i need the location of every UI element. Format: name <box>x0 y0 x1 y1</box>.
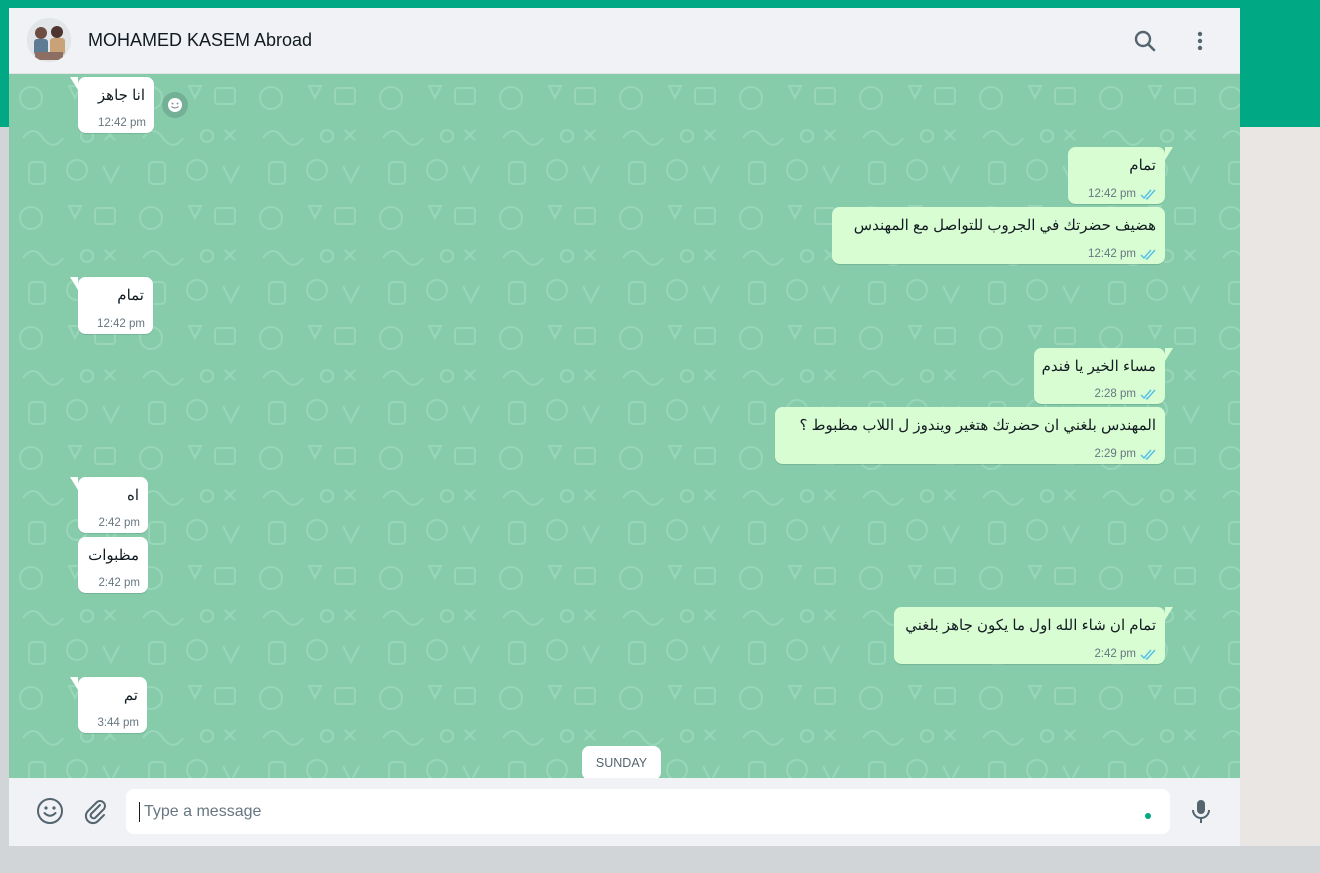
search-icon[interactable] <box>1131 27 1159 55</box>
message-time: 2:29 pm <box>1094 448 1136 460</box>
message-time: 2:42 pm <box>98 517 140 529</box>
message-time: 12:42 pm <box>1088 188 1136 200</box>
message-text: هضيف حضرتك في الجروب للتواصل مع المهندس <box>853 217 1156 234</box>
paperclip-icon[interactable] <box>80 796 110 826</box>
message-text: مظبوات <box>88 547 139 564</box>
message-time: 12:42 pm <box>97 318 145 330</box>
right-background <box>1240 127 1320 847</box>
message-bubble[interactable]: تمام 12:42 pm <box>1068 147 1173 204</box>
message-input[interactable] <box>126 789 1170 834</box>
message-meta: 3:44 pm <box>97 717 139 729</box>
message-time: 3:44 pm <box>97 717 139 729</box>
message-text: المهندس بلغني ان حضرتك هتغير ويندوز ل ال… <box>799 417 1156 434</box>
message-bubble[interactable]: تمام ان شاء الله اول ما يكون جاهز بلغني … <box>894 607 1173 664</box>
message-text: تمام <box>117 287 144 304</box>
message-meta: 12:42 pm <box>97 318 145 330</box>
react-emoji-button[interactable] <box>162 92 188 118</box>
message-bubble[interactable]: المهندس بلغني ان حضرتك هتغير ويندوز ل ال… <box>775 407 1165 464</box>
input-status-dot <box>1145 813 1151 819</box>
message-meta: 12:42 pm <box>1088 188 1157 200</box>
message-meta: 2:28 pm <box>1094 388 1157 400</box>
message-text: مساء الخير يا فندم <box>1041 358 1156 375</box>
message-time: 2:28 pm <box>1094 388 1136 400</box>
read-receipt-icon <box>1140 449 1156 460</box>
message-bubble[interactable]: تمام 12:42 pm <box>70 277 153 334</box>
read-receipt-icon <box>1140 189 1156 200</box>
microphone-icon[interactable] <box>1186 796 1216 826</box>
chat-window: MOHAMED KASEM Abroad انا جاهز 12:42 pm ت… <box>9 8 1240 846</box>
contact-name[interactable]: MOHAMED KASEM Abroad <box>88 30 312 51</box>
message-bubble[interactable]: مساء الخير يا فندم 2:28 pm <box>1034 348 1173 404</box>
message-time: 2:42 pm <box>1094 648 1136 660</box>
message-bubble[interactable]: انا جاهز 12:42 pm <box>70 77 154 133</box>
bottom-strip <box>0 846 1320 873</box>
read-receipt-icon <box>1140 649 1156 660</box>
smiley-icon <box>168 98 182 112</box>
message-meta: 2:29 pm <box>1094 448 1157 460</box>
message-bubble[interactable]: هضيف حضرتك في الجروب للتواصل مع المهندس … <box>832 207 1165 264</box>
message-bubble[interactable]: مظبوات 2:42 pm <box>78 537 148 593</box>
message-text: تم <box>123 687 138 704</box>
message-bubble[interactable]: تم 3:44 pm <box>70 677 147 733</box>
message-text: انا جاهز <box>97 87 145 104</box>
message-meta: 2:42 pm <box>98 517 140 529</box>
read-receipt-icon <box>1140 389 1156 400</box>
message-meta: 2:42 pm <box>1094 648 1157 660</box>
message-list[interactable]: انا جاهز 12:42 pm تمام 12:42 pm هضيف حضر… <box>9 74 1240 778</box>
chat-header: MOHAMED KASEM Abroad <box>9 8 1240 74</box>
message-meta: 12:42 pm <box>98 117 146 129</box>
composer <box>9 778 1240 846</box>
message-meta: 12:42 pm <box>1088 248 1157 260</box>
message-time: 12:42 pm <box>1088 248 1136 260</box>
message-time: 12:42 pm <box>98 117 146 129</box>
message-meta: 2:42 pm <box>98 577 140 589</box>
contact-avatar[interactable] <box>27 18 71 62</box>
message-text: اه <box>126 487 139 504</box>
message-text: تمام ان شاء الله اول ما يكون جاهز بلغني <box>905 617 1156 634</box>
emoji-icon[interactable] <box>35 796 65 826</box>
message-text: تمام <box>1129 157 1156 174</box>
date-divider: SUNDAY <box>582 746 661 778</box>
text-caret <box>139 802 140 822</box>
message-time: 2:42 pm <box>98 577 140 589</box>
read-receipt-icon <box>1140 249 1156 260</box>
message-bubble[interactable]: اه 2:42 pm <box>70 477 148 533</box>
menu-icon[interactable] <box>1186 27 1214 55</box>
